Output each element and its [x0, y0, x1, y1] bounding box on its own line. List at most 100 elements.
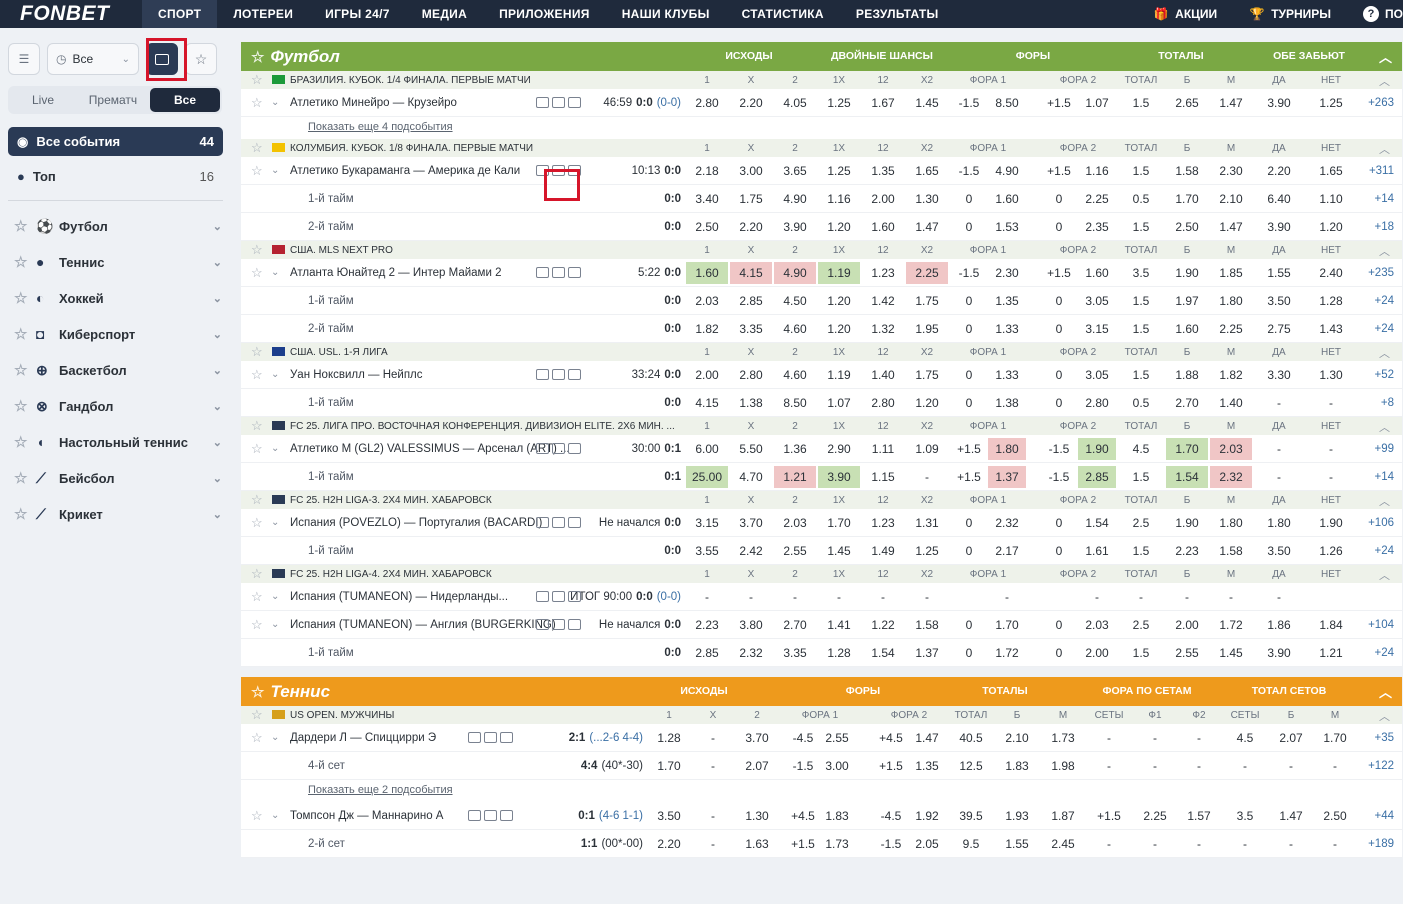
odds-cell[interactable]: 2.03: [1210, 438, 1252, 460]
odds-cell[interactable]: 4.50: [774, 290, 816, 312]
odds-cell[interactable]: 2.5: [1124, 614, 1158, 636]
show-more-link[interactable]: Показать еще 2 подсобытия: [308, 784, 453, 796]
odds-cell[interactable]: -1.5: [951, 160, 987, 182]
video-icon[interactable]: [536, 267, 549, 278]
odds-cell[interactable]: 2.10: [996, 727, 1038, 749]
league-row[interactable]: ☆ БРАЗИЛИЯ. КУБОК. 1/4 ФИНАЛА. ПЕРВЫЕ МАТ…: [241, 71, 1402, 89]
odds-cell[interactable]: 1.47: [1210, 92, 1252, 114]
odds-cell[interactable]: 2.35: [1078, 216, 1116, 238]
more-markets-link[interactable]: +24: [1374, 647, 1394, 659]
odds-cell[interactable]: 2.55: [774, 540, 816, 562]
league-row[interactable]: ☆ США. MLS NEXT PRO 1 X 2 1X 12 X2 ФОРА 1 ФОРА 2Т…: [241, 241, 1402, 259]
odds-cell[interactable]: 4.15: [686, 392, 728, 414]
odds-cell[interactable]: 1.19: [818, 262, 860, 284]
odds-cell[interactable]: -: [693, 727, 733, 749]
odds-cell[interactable]: 4.15: [730, 262, 772, 284]
field-icon[interactable]: [484, 732, 497, 743]
odds-cell[interactable]: 3.90: [818, 466, 860, 488]
odds-cell[interactable]: 2.32: [730, 642, 772, 664]
odds-cell[interactable]: 2.55: [820, 727, 854, 749]
odds-cell[interactable]: 1.30: [736, 805, 778, 827]
odds-cell[interactable]: 1.57: [1178, 805, 1220, 827]
odds-cell[interactable]: 0: [951, 614, 987, 636]
event-row[interactable]: ☆ ⌄ Испания (TUMANEON) — Нидерланды... ИТОГ…: [241, 583, 1402, 611]
chevron-down-icon[interactable]: ⌄: [213, 292, 222, 305]
odds-cell[interactable]: 5.50: [730, 438, 772, 460]
more-markets-link[interactable]: +18: [1374, 221, 1394, 233]
odds-cell[interactable]: 4.90: [774, 188, 816, 210]
market-group-header[interactable]: ТОТАЛЫ: [973, 677, 1037, 706]
star-icon[interactable]: ☆: [14, 397, 32, 415]
market-group-header[interactable]: ТОТАЛ СЕТОВ: [1241, 677, 1337, 706]
event-name[interactable]: Атланта Юнайтед 2 — Интер Майами 2: [290, 267, 501, 279]
more-markets-link[interactable]: +52: [1374, 369, 1394, 381]
odds-cell[interactable]: 40.5: [954, 727, 988, 749]
odds-cell[interactable]: 6.40: [1256, 188, 1302, 210]
odds-cell[interactable]: 0: [1041, 364, 1077, 386]
odds-cell[interactable]: 1.63: [736, 833, 778, 855]
odds-cell[interactable]: 2.00: [1166, 614, 1208, 636]
odds-cell[interactable]: 2.07: [736, 755, 778, 777]
odds-cell[interactable]: 1.80: [1210, 290, 1252, 312]
odds-cell[interactable]: 4.5: [1124, 438, 1158, 460]
odds-cell[interactable]: -: [906, 466, 948, 488]
stats-icon[interactable]: [568, 591, 581, 602]
odds-cell[interactable]: 1.10: [1308, 188, 1354, 210]
odds-cell[interactable]: 2.25: [1210, 318, 1252, 340]
odds-cell[interactable]: 8.50: [774, 392, 816, 414]
event-name[interactable]: Томпсон Дж — Маннарино А: [290, 810, 443, 822]
more-markets-link[interactable]: +106: [1368, 517, 1394, 529]
nav-media[interactable]: МЕДИА: [406, 0, 483, 28]
odds-cell[interactable]: [951, 586, 987, 608]
odds-cell[interactable]: -: [1124, 586, 1158, 608]
odds-cell[interactable]: -: [1133, 833, 1177, 855]
star-icon[interactable]: ☆: [251, 265, 263, 281]
odds-cell[interactable]: 1.97: [1166, 290, 1208, 312]
odds-cell[interactable]: 1.37: [906, 642, 948, 664]
chevron-down-icon[interactable]: ⌄: [271, 517, 279, 528]
chevron-up-icon[interactable]: ︿: [1379, 141, 1390, 157]
field-icon[interactable]: [552, 619, 565, 630]
odds-cell[interactable]: 1.70: [988, 614, 1026, 636]
nav-help[interactable]: ? ПО: [1347, 6, 1403, 22]
tab-all[interactable]: Все: [150, 88, 220, 112]
star-icon[interactable]: ☆: [251, 140, 263, 156]
more-markets-link[interactable]: +189: [1368, 838, 1394, 850]
sidebar-item-handball[interactable]: ☆ ⊗ Гандбол ⌄: [14, 394, 222, 418]
nav-sport[interactable]: СПОРТ: [142, 0, 218, 28]
odds-cell[interactable]: 1.28: [818, 642, 860, 664]
odds-cell[interactable]: 1.75: [906, 290, 948, 312]
odds-cell[interactable]: 2.25: [1133, 805, 1177, 827]
nav-clubs[interactable]: НАШИ КЛУБЫ: [606, 0, 726, 28]
nav-tournaments[interactable]: 🏆 ТУРНИРЫ: [1233, 6, 1347, 22]
odds-cell[interactable]: 1.55: [996, 833, 1038, 855]
league-row[interactable]: ☆ US OPEN. МУЖЧИНЫ 1 X 2 ФОРА 1 ФОРА 2 ТОТАЛ Б М С…: [241, 706, 1402, 724]
odds-cell[interactable]: [1308, 586, 1354, 608]
settings-button[interactable]: ☰: [8, 43, 40, 75]
odds-cell[interactable]: 0: [951, 540, 987, 562]
event-row[interactable]: ☆ ⌄ Испания (POVEZLO) — Португалия (BACARD…: [241, 509, 1402, 537]
odds-cell[interactable]: 4.60: [774, 318, 816, 340]
odds-cell[interactable]: 3.65: [774, 160, 816, 182]
chevron-up-icon[interactable]: ︿: [1379, 567, 1390, 583]
event-row[interactable]: ☆ ⌄ Атлетико Букараманга — Америка де Кали…: [241, 157, 1402, 185]
odds-cell[interactable]: 1.07: [818, 392, 860, 414]
odds-cell[interactable]: 1.25: [818, 92, 860, 114]
sub-event-row[interactable]: 2-й сет 1:1 (00*-00) 2.20-1.63 +1.5 1.73 -1.5 2…: [241, 830, 1402, 858]
odds-cell[interactable]: 2.50: [686, 216, 728, 238]
odds-cell[interactable]: 1.75: [730, 188, 772, 210]
star-icon[interactable]: ☆: [14, 433, 32, 451]
odds-cell[interactable]: -1.5: [951, 262, 987, 284]
more-markets-link[interactable]: +24: [1374, 323, 1394, 335]
field-icon[interactable]: [484, 810, 497, 821]
odds-cell[interactable]: 1.58: [1210, 540, 1252, 562]
odds-cell[interactable]: 2.50: [1166, 216, 1208, 238]
odds-cell[interactable]: 1.87: [1042, 805, 1084, 827]
odds-cell[interactable]: 0: [951, 318, 987, 340]
event-row[interactable]: ☆ ⌄ Атлетико М (GL2) VALESSIMUS — Арсенал …: [241, 435, 1402, 463]
star-icon[interactable]: ☆: [251, 515, 263, 531]
odds-cell[interactable]: 3.5: [1124, 262, 1158, 284]
odds-cell[interactable]: 1.5: [1124, 216, 1158, 238]
show-more-link[interactable]: Показать еще 4 подсобытия: [308, 121, 453, 133]
fonbet-logo[interactable]: FONBET: [0, 2, 142, 26]
